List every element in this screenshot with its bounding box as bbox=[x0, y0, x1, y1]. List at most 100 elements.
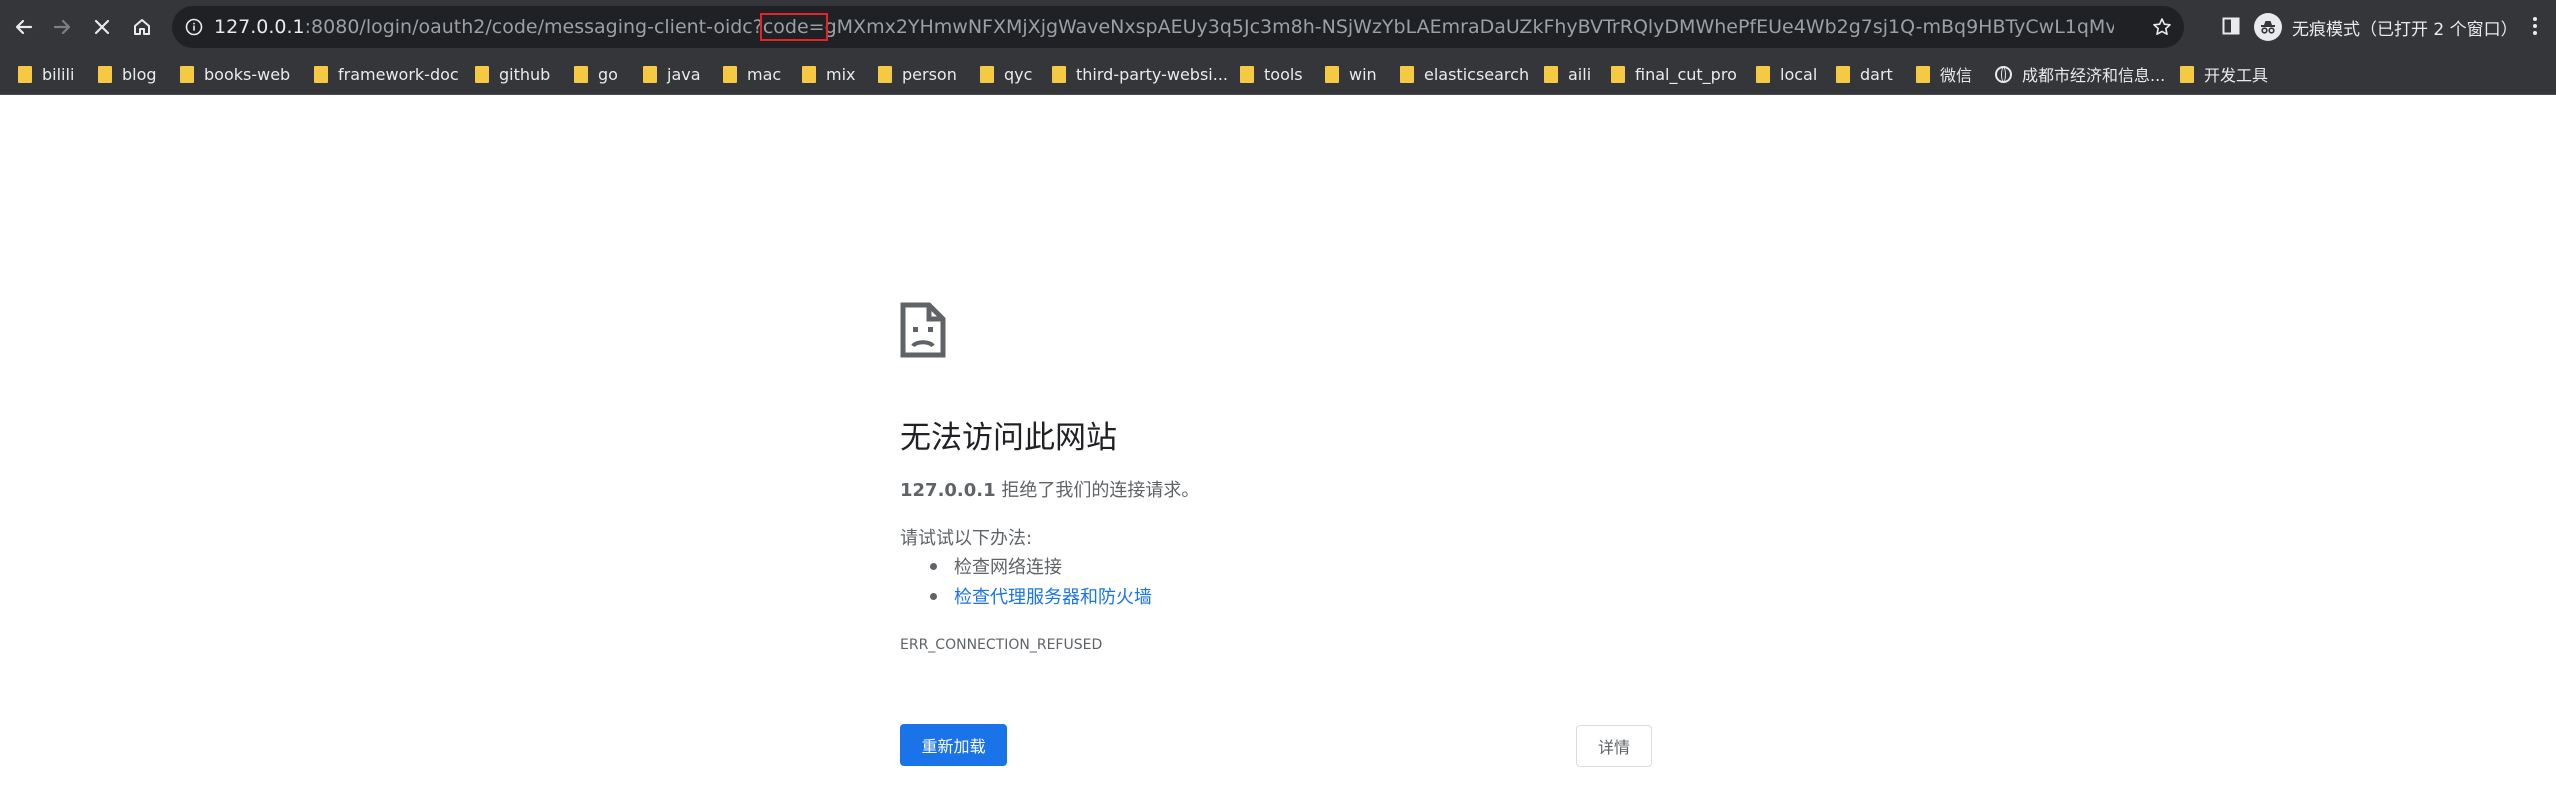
bookmark-label: 微信 bbox=[1940, 66, 1973, 85]
address-bar[interactable]: 127.0.0.1:8080/login/oauth2/code/messagi… bbox=[172, 6, 2184, 48]
folder-icon bbox=[1916, 65, 1930, 83]
more-vertical-icon bbox=[2533, 17, 2537, 35]
error-code: ERR_CONNECTION_REFUSED bbox=[900, 637, 1103, 653]
browser-toolbar: 127.0.0.1:8080/login/oauth2/code/messagi… bbox=[0, 0, 2556, 54]
bookmark-item[interactable]: 成都市经济和信息... bbox=[1995, 62, 2165, 86]
suggestion-label: 检查网络连接 bbox=[954, 557, 1062, 578]
bookmark-item[interactable]: final_cut_pro bbox=[1611, 62, 1737, 86]
globe-icon bbox=[1995, 65, 2012, 83]
home-icon bbox=[134, 19, 150, 35]
folder-icon bbox=[574, 65, 588, 83]
incognito-icon bbox=[2254, 13, 2282, 41]
folder-icon bbox=[723, 65, 737, 83]
site-info-icon[interactable] bbox=[182, 15, 206, 39]
folder-icon bbox=[1836, 65, 1850, 83]
folder-icon bbox=[1756, 65, 1770, 83]
side-panel-icon bbox=[2222, 17, 2240, 35]
bookmark-item[interactable]: elasticsearch bbox=[1400, 62, 1529, 86]
reload-button[interactable]: 重新加载 bbox=[900, 724, 1007, 766]
folder-icon bbox=[314, 65, 328, 83]
folder-icon bbox=[1240, 65, 1254, 83]
bookmark-label: qyc bbox=[1004, 64, 1033, 84]
folder-icon bbox=[1544, 65, 1558, 83]
bookmark-label: mac bbox=[747, 64, 782, 84]
url-text[interactable]: 127.0.0.1:8080/login/oauth2/code/messagi… bbox=[214, 6, 2114, 48]
bookmark-label: go bbox=[598, 64, 618, 84]
suggestions-heading: 请试试以下办法: bbox=[900, 528, 1033, 549]
url-highlighted-param: code= bbox=[759, 13, 828, 41]
bookmark-label: github bbox=[499, 64, 551, 84]
details-button[interactable]: 详情 bbox=[1576, 725, 1652, 767]
bookmark-item[interactable]: books-web bbox=[180, 62, 290, 86]
stop-loading-button[interactable] bbox=[84, 9, 120, 45]
bookmarks-bar: bilili blog books-web framework-doc gith… bbox=[0, 54, 2556, 95]
bookmark-item[interactable]: third-party-websi... bbox=[1052, 62, 1228, 86]
bookmark-label: elasticsearch bbox=[1424, 64, 1530, 84]
bookmark-item[interactable]: tools bbox=[1240, 62, 1303, 86]
browser-menu-button[interactable] bbox=[2520, 11, 2550, 41]
bookmark-item[interactable]: bilili bbox=[18, 62, 74, 86]
bookmark-item[interactable]: dart bbox=[1836, 62, 1893, 86]
error-host: 127.0.0.1 bbox=[900, 480, 996, 501]
folder-icon bbox=[2180, 65, 2194, 83]
bookmark-item[interactable]: person bbox=[878, 62, 957, 86]
folder-icon bbox=[643, 65, 657, 83]
bookmark-label: aili bbox=[1568, 64, 1592, 84]
folder-icon bbox=[18, 65, 32, 83]
bookmark-item[interactable]: mac bbox=[723, 62, 781, 86]
suggestion-item: 检查网络连接 bbox=[920, 553, 1062, 579]
bookmark-label: person bbox=[902, 64, 957, 84]
bookmark-label: final_cut_pro bbox=[1635, 64, 1737, 84]
folder-icon bbox=[1611, 65, 1625, 83]
bookmark-item[interactable]: blog bbox=[98, 62, 157, 86]
bookmark-item[interactable]: go bbox=[574, 62, 618, 86]
bookmark-label: 开发工具 bbox=[2204, 66, 2269, 85]
bookmark-label: third-party-websi... bbox=[1076, 64, 1228, 84]
bookmark-item[interactable]: framework-doc bbox=[314, 62, 459, 86]
bookmark-item[interactable]: github bbox=[475, 62, 550, 86]
bookmark-label: win bbox=[1349, 64, 1377, 84]
bookmark-label: 成都市经济和信息... bbox=[2022, 66, 2166, 85]
suggestion-item-link[interactable]: 检查代理服务器和防火墙 bbox=[920, 583, 1152, 609]
bookmark-item[interactable]: qyc bbox=[980, 62, 1032, 86]
forward-button[interactable] bbox=[44, 9, 80, 45]
folder-icon bbox=[1400, 65, 1414, 83]
home-button[interactable] bbox=[124, 9, 160, 45]
side-panel-button[interactable] bbox=[2216, 11, 2246, 41]
error-message: 127.0.0.1 拒绝了我们的连接请求。 bbox=[900, 476, 1199, 502]
folder-icon bbox=[980, 65, 994, 83]
folder-icon bbox=[1052, 65, 1066, 83]
bookmark-label: tools bbox=[1264, 64, 1303, 84]
arrow-right-icon bbox=[53, 19, 71, 35]
bookmark-label: framework-doc bbox=[338, 64, 459, 84]
error-message-text: 拒绝了我们的连接请求。 bbox=[995, 480, 1200, 501]
bookmark-item[interactable]: 微信 bbox=[1916, 62, 1972, 86]
bookmark-label: local bbox=[1780, 64, 1818, 84]
sad-page-icon bbox=[900, 302, 946, 358]
close-icon bbox=[94, 19, 110, 35]
folder-icon bbox=[1325, 65, 1339, 83]
bookmark-item[interactable]: win bbox=[1325, 62, 1377, 86]
bookmark-label: mix bbox=[826, 64, 856, 84]
url-code-value: gMXmx2YHmwNFXMjXjgWaveNxspAEUy3q5Jc3m8h-… bbox=[824, 16, 2114, 38]
bookmark-label: blog bbox=[122, 64, 157, 84]
url-host: 127.0.0.1 bbox=[214, 16, 305, 38]
arrow-left-icon bbox=[15, 19, 33, 35]
bookmark-label: books-web bbox=[204, 64, 291, 84]
folder-icon bbox=[878, 65, 892, 83]
bookmark-label: java bbox=[667, 64, 701, 84]
bookmark-item[interactable]: java bbox=[643, 62, 701, 86]
bookmark-item[interactable]: local bbox=[1756, 62, 1817, 86]
bookmark-item[interactable]: aili bbox=[1544, 62, 1591, 86]
back-button[interactable] bbox=[6, 9, 42, 45]
url-path: :8080/login/oauth2/code/messaging-client… bbox=[304, 16, 763, 38]
bookmark-item[interactable]: mix bbox=[802, 62, 856, 86]
suggestion-link[interactable]: 检查代理服务器和防火墙 bbox=[954, 583, 1152, 609]
incognito-indicator[interactable]: 无痕模式（已打开 2 个窗口） bbox=[2254, 10, 2518, 44]
folder-icon bbox=[180, 65, 194, 83]
bookmark-star-icon[interactable] bbox=[2148, 13, 2176, 41]
incognito-label: 无痕模式（已打开 2 个窗口） bbox=[2292, 19, 2518, 40]
folder-icon bbox=[475, 65, 489, 83]
bookmark-item[interactable]: 开发工具 bbox=[2180, 62, 2268, 86]
bookmark-label: bilili bbox=[42, 64, 75, 84]
